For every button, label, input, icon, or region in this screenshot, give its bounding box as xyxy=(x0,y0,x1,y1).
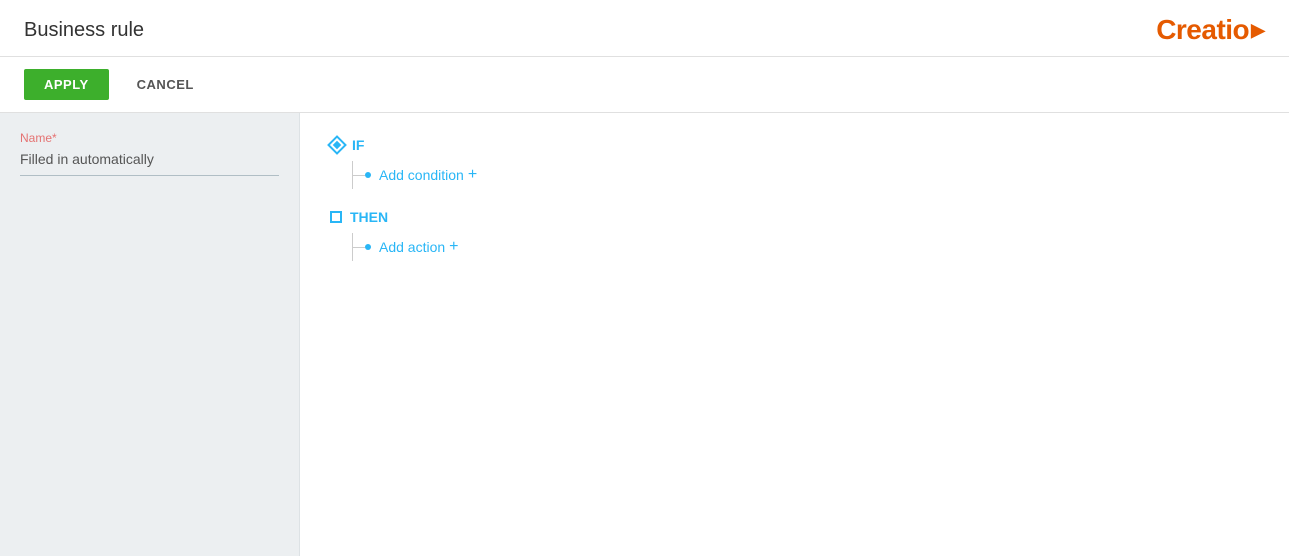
name-field-label: Name* xyxy=(20,131,279,145)
if-header: IF xyxy=(330,137,1259,153)
if-diamond-icon xyxy=(327,135,347,155)
then-header: THEN xyxy=(330,209,1259,225)
left-panel: Name* Filled in automatically xyxy=(0,113,300,556)
if-keyword: IF xyxy=(352,137,364,153)
add-condition-plus-icon: + xyxy=(468,167,477,183)
then-square-icon xyxy=(330,211,342,223)
if-section: IF Add condition + xyxy=(330,137,1259,189)
rule-tree: IF Add condition + THEN xyxy=(330,137,1259,261)
name-field-value[interactable]: Filled in automatically xyxy=(20,151,279,176)
action-dot-icon xyxy=(365,244,371,250)
add-condition-item[interactable]: Add condition + xyxy=(353,161,1259,189)
add-action-item[interactable]: Add action + xyxy=(353,233,1259,261)
logo-text: Creatio xyxy=(1156,14,1249,46)
condition-dot-icon xyxy=(365,172,371,178)
main-content: Name* Filled in automatically IF Add con… xyxy=(0,113,1289,556)
required-indicator: * xyxy=(52,131,57,145)
cancel-button[interactable]: CANCEL xyxy=(125,69,206,100)
then-children: Add action + xyxy=(352,233,1259,261)
add-action-label: Add action xyxy=(379,239,445,255)
page-header: Business rule Creatio ▶ xyxy=(0,0,1289,57)
creatio-logo: Creatio ▶ xyxy=(1156,14,1265,46)
if-children: Add condition + xyxy=(352,161,1259,189)
add-action-link[interactable]: Add action + xyxy=(379,239,459,255)
toolbar: APPLY CANCEL xyxy=(0,57,1289,113)
add-condition-link[interactable]: Add condition + xyxy=(379,167,477,183)
logo-arrow-icon: ▶ xyxy=(1251,20,1265,41)
page-title: Business rule xyxy=(24,19,144,42)
add-condition-label: Add condition xyxy=(379,167,464,183)
add-action-plus-icon: + xyxy=(449,239,458,255)
apply-button[interactable]: APPLY xyxy=(24,69,109,100)
right-panel: IF Add condition + THEN xyxy=(300,113,1289,556)
then-keyword: THEN xyxy=(350,209,388,225)
then-section: THEN Add action + xyxy=(330,209,1259,261)
